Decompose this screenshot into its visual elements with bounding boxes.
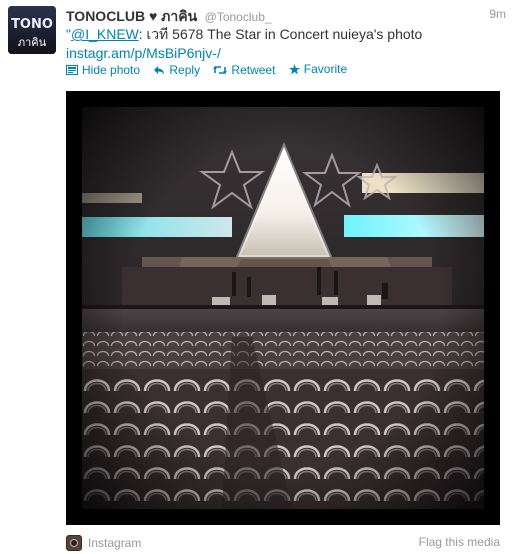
photo-icon — [66, 64, 78, 75]
instagram-icon — [66, 535, 82, 551]
tweet-body: : เวที 5678 The Star in Concert nuieya's… — [138, 26, 423, 42]
media-frame[interactable] — [66, 91, 500, 525]
reply-label: Reply — [169, 62, 201, 77]
tweet-header: TONOCLUB ♥ ภาคิน @Tonoclub_ 9m — [66, 6, 506, 24]
instagram-link[interactable]: instagr.am/p/MsBiP6njv-/ — [66, 45, 221, 61]
reply-button[interactable]: Reply — [153, 63, 200, 77]
instagram-source[interactable]: Instagram — [66, 535, 141, 551]
avatar[interactable]: TONO ภาคิน — [8, 6, 56, 54]
media-footer: Instagram Flag this media — [66, 535, 500, 553]
avatar-line2: ภาคิน — [18, 36, 47, 49]
tweet-actions: Hide photo Reply Retweet Favorite — [66, 62, 357, 78]
screen-name[interactable]: @Tonoclub_ — [205, 10, 272, 24]
full-name[interactable]: TONOCLUB ♥ ภาคิน — [66, 8, 197, 24]
hide-photo-label: Hide photo — [82, 62, 141, 77]
timestamp[interactable]: 9m — [489, 7, 506, 21]
star-icon — [288, 63, 300, 74]
retweet-icon — [213, 65, 228, 74]
favorite-label: Favorite — [303, 62, 348, 76]
avatar-line1: TONO — [11, 17, 53, 32]
favorite-button[interactable]: Favorite — [288, 62, 348, 76]
concert-photo[interactable] — [82, 107, 484, 509]
avatar-image: TONO ภาคิน — [8, 6, 56, 54]
retweet-label: Retweet — [231, 62, 276, 77]
hide-photo-button[interactable]: Hide photo — [66, 63, 140, 77]
tweet-text: "@I_KNEW: เวที 5678 The Star in Concert … — [66, 25, 496, 63]
flag-media-link[interactable]: Flag this media — [419, 535, 500, 549]
reply-icon — [154, 65, 165, 74]
instagram-label: Instagram — [88, 536, 142, 550]
mention-link[interactable]: @I_KNEW — [71, 26, 139, 42]
retweet-button[interactable]: Retweet — [213, 63, 275, 77]
